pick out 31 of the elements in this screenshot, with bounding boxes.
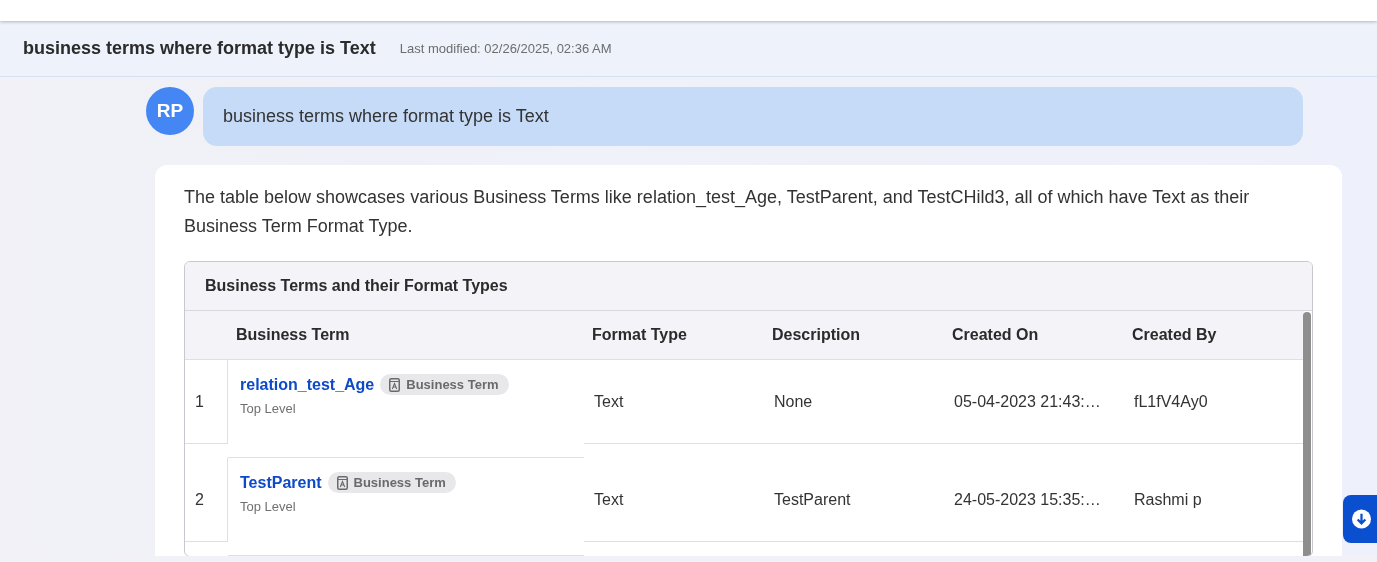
table-cell: Text	[584, 360, 764, 444]
term-link[interactable]: TestParent	[240, 473, 322, 492]
table-cell: TestParent	[764, 458, 944, 542]
scrollbar[interactable]	[1303, 312, 1311, 556]
arrow-down-icon	[1352, 508, 1371, 530]
scroll-down-button[interactable]	[1343, 495, 1377, 543]
column-header: Format Type	[584, 311, 764, 360]
table-cell: 24-05-2023 15:35:…	[944, 458, 1124, 542]
tag-label: Business Term	[406, 377, 499, 392]
table-header-cell	[185, 311, 228, 360]
assistant-message-text: The table below showcases various Business Terms like relation_test_Age, TestParent, and TestCHild3, all of which have Text as their Business Term Format Type.	[184, 186, 1251, 238]
row-number: 1	[185, 360, 228, 444]
term-icon	[336, 475, 348, 490]
conversation-title: business terms where format type is Text	[23, 38, 376, 59]
tag-label: Business Term	[353, 475, 446, 490]
term-level-text: Top Level	[240, 499, 297, 514]
term-link[interactable]: relation_test_Age	[240, 375, 375, 394]
last-modified-text: Last modified: 02/26/2025, 02:36 AM	[399, 41, 612, 56]
column-header: Created On	[944, 311, 1124, 360]
table-cell: None	[764, 360, 944, 444]
table-title: Business Terms and their Format Types	[185, 262, 1312, 311]
column-header: Business Term	[228, 311, 584, 360]
term-icon	[389, 377, 401, 392]
term-level-text: Top Level	[240, 401, 297, 416]
column-header: Description	[764, 311, 944, 360]
column-header: Created By	[1124, 311, 1304, 360]
table-cell: Text	[584, 458, 764, 542]
user-avatar: RP	[146, 87, 194, 135]
table-cell: 05-04-2023 21:43:…	[944, 360, 1124, 444]
row-number: 2	[185, 458, 228, 542]
user-message: business terms where format type is Text	[203, 87, 1303, 146]
